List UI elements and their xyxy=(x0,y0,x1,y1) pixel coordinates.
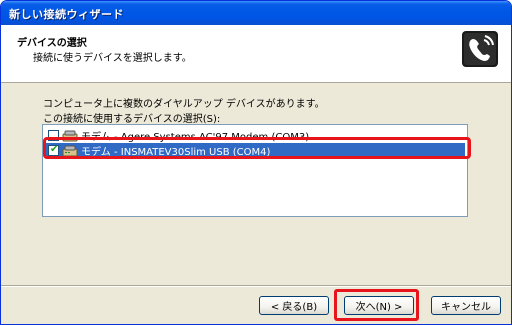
cancel-button[interactable]: キャンセル xyxy=(431,296,501,315)
device-info-text: コンピュータ上に複数のダイヤルアップ デバイスがあります。 xyxy=(43,99,325,110)
device-checkbox-com4[interactable]: ✔ xyxy=(48,144,59,156)
modem-icon xyxy=(62,130,78,141)
modem-icon xyxy=(62,145,78,156)
next-button[interactable]: 次へ(N) > xyxy=(344,296,414,315)
header-title: デバイスの選択 xyxy=(17,38,87,49)
telephone-connection-icon xyxy=(462,31,498,67)
device-item-com3[interactable]: モデム - Agere Systems AC'97 Modem (COM3) xyxy=(45,128,465,143)
header-subtitle: 接続に使うデバイスを選択します。 xyxy=(33,53,192,64)
window-title: 新しい接続ウィザード xyxy=(9,8,124,21)
device-listbox[interactable]: モデム - Agere Systems AC'97 Modem (COM3) ✔… xyxy=(42,124,468,217)
device-label-com3: モデム - Agere Systems AC'97 Modem (COM3) xyxy=(81,132,310,143)
device-label-com4: モデム - INSMATEV30Slim USB (COM4) xyxy=(81,147,271,158)
wizard-header: デバイスの選択 接続に使うデバイスを選択します。 xyxy=(1,25,511,83)
wizard-window: 新しい接続ウィザード デバイスの選択 接続に使うデバイスを選択します。 コンピュ… xyxy=(0,0,512,325)
title-bar[interactable]: 新しい接続ウィザード xyxy=(1,1,511,25)
button-separator xyxy=(1,285,511,287)
device-item-com4[interactable]: ✔ モデム - INSMATEV30Slim USB (COM4) xyxy=(45,143,465,158)
checkmark-icon: ✔ xyxy=(50,144,59,155)
device-select-label: この接続に使用するデバイスの選択(S): xyxy=(43,114,221,125)
back-button[interactable]: < 戻る(B) xyxy=(259,296,329,315)
device-checkbox-com3[interactable] xyxy=(48,130,59,141)
